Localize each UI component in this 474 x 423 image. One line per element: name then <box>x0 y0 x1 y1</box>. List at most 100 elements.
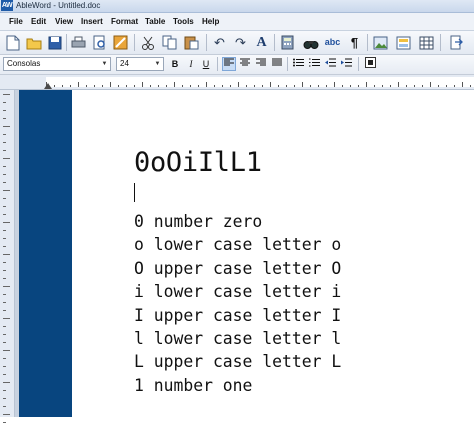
ruler-tick <box>3 118 6 119</box>
ruler-tick <box>358 85 359 87</box>
ruler-tick <box>3 318 10 319</box>
ruler-tick <box>182 85 183 87</box>
toolbar-separator <box>440 34 441 51</box>
document-line[interactable]: i lower case letter i <box>134 280 341 303</box>
ruler-tick <box>158 85 159 87</box>
left-margin-band <box>19 90 72 417</box>
ruler-tick <box>246 85 247 87</box>
print-preview-icon[interactable] <box>90 33 109 52</box>
ruler-tick <box>366 82 367 87</box>
menu-table[interactable]: Table <box>145 13 165 30</box>
ruler-tick <box>3 374 6 375</box>
calculator-icon[interactable] <box>278 33 297 52</box>
window-title: AbleWord - Untitled.doc <box>16 1 101 10</box>
ruler-tick <box>286 85 287 87</box>
ruler-tick <box>198 85 199 87</box>
copy-icon[interactable] <box>160 33 179 52</box>
ruler-tick <box>3 286 10 287</box>
ruler-tick <box>78 82 79 87</box>
document-line[interactable]: 1 number one <box>134 374 341 397</box>
increase-indent-button[interactable] <box>339 57 353 71</box>
open-folder-icon[interactable] <box>24 33 43 52</box>
menu-file[interactable]: File <box>9 13 23 30</box>
ruler-tick <box>3 342 6 343</box>
ruler-tick <box>3 134 6 135</box>
exit-icon[interactable] <box>446 33 465 52</box>
ruler-tick <box>390 85 391 87</box>
indent-marker-icon[interactable] <box>44 83 52 89</box>
undo-icon[interactable]: ↶ <box>210 33 229 52</box>
ruler-tick <box>422 85 423 87</box>
ruler-tick <box>318 85 319 87</box>
pdf-export-icon[interactable] <box>111 33 130 52</box>
redo-icon[interactable]: ↷ <box>231 33 250 52</box>
horizontal-ruler[interactable] <box>0 75 474 90</box>
ruler-tick <box>3 270 6 271</box>
menu-format[interactable]: Format <box>111 13 138 30</box>
ruler-tick <box>110 82 111 87</box>
ruler-tick <box>214 85 215 87</box>
menu-tools[interactable]: Tools <box>173 13 194 30</box>
document-line[interactable]: l lower case letter l <box>134 327 341 350</box>
justify-button[interactable] <box>270 57 284 71</box>
bold-button[interactable]: B <box>168 57 182 71</box>
cut-icon[interactable] <box>138 33 157 52</box>
insert-image-icon[interactable] <box>371 33 390 52</box>
menu-help[interactable]: Help <box>202 13 219 30</box>
new-document-icon[interactable] <box>3 33 22 52</box>
align-center-button[interactable] <box>238 57 252 71</box>
ruler-tick <box>262 85 263 87</box>
document-line[interactable]: 0 number zero <box>134 210 341 233</box>
save-icon[interactable] <box>45 33 64 52</box>
font-icon[interactable]: A <box>252 33 271 52</box>
font-color-button[interactable] <box>363 57 377 71</box>
ruler-tick <box>3 414 10 415</box>
ruler-tick <box>142 82 143 87</box>
underline-button[interactable]: U <box>199 57 213 71</box>
ruler-tick <box>206 82 207 87</box>
document-heading[interactable]: 0oOiIlL1 <box>134 147 262 179</box>
main-toolbar: ↶ ↷ A abc ¶ <box>0 31 474 55</box>
document-line[interactable]: O upper case letter O <box>134 257 341 280</box>
page-layout-icon[interactable] <box>394 33 413 52</box>
font-name-select[interactable]: Consolas ▼ <box>3 57 111 71</box>
ruler-tick <box>326 85 327 87</box>
ruler-tick <box>3 158 10 159</box>
font-size-select[interactable]: 24 ▼ <box>116 57 164 71</box>
menu-bar: File Edit View Insert Format Table Tools… <box>0 13 474 31</box>
paragraph-mark-icon[interactable]: ¶ <box>345 33 364 52</box>
numbered-list-button[interactable] <box>307 57 321 71</box>
ruler-tick <box>102 85 103 87</box>
menu-view[interactable]: View <box>55 13 73 30</box>
document-line[interactable]: I upper case letter I <box>134 304 341 327</box>
ruler-tick <box>3 174 6 175</box>
spellcheck-icon[interactable]: abc <box>323 33 342 52</box>
ruler-tick <box>86 85 87 87</box>
document-page[interactable]: 0oOiIlL1 0 number zero o lower case lett… <box>72 90 474 417</box>
find-icon[interactable] <box>301 33 320 52</box>
menu-insert[interactable]: Insert <box>81 13 103 30</box>
document-body[interactable]: 0 number zero o lower case letter o O up… <box>134 210 341 397</box>
insert-table-icon[interactable] <box>417 33 436 52</box>
italic-button[interactable]: I <box>184 57 198 71</box>
ruler-tick <box>430 82 431 87</box>
decrease-indent-button[interactable] <box>323 57 337 71</box>
toolbar-separator <box>217 57 218 71</box>
ruler-tick <box>70 85 71 87</box>
document-line[interactable]: L upper case letter L <box>134 350 341 373</box>
paste-icon[interactable] <box>182 33 201 52</box>
document-line[interactable]: o lower case letter o <box>134 233 341 256</box>
ruler-tick <box>94 85 95 87</box>
bulleted-list-button[interactable] <box>291 57 305 71</box>
ruler-tick <box>454 85 455 87</box>
ruler-tick <box>62 85 63 87</box>
font-size-value: 24 <box>120 59 129 68</box>
ruler-tick <box>470 85 471 87</box>
align-right-button[interactable] <box>254 57 268 71</box>
align-left-button[interactable] <box>222 57 236 71</box>
print-icon[interactable] <box>69 33 88 52</box>
ruler-tick <box>3 278 6 279</box>
ruler-tick <box>3 262 6 263</box>
menu-edit[interactable]: Edit <box>31 13 46 30</box>
ruler-tick <box>334 82 335 87</box>
